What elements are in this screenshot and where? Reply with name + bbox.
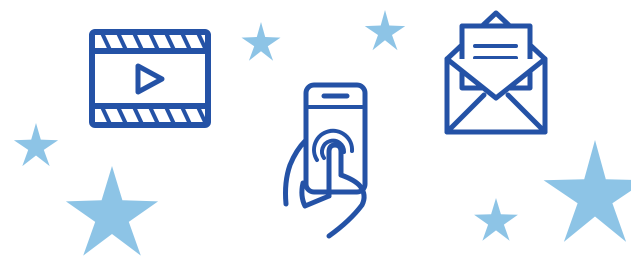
mail-icon [444, 10, 548, 135]
finger [326, 142, 344, 199]
star-icon [13, 123, 59, 167]
film-stripes-bottom [100, 105, 208, 126]
star-icon [364, 10, 406, 51]
illustration-svg [13, 10, 631, 256]
star-icon [241, 22, 281, 61]
star-icon [65, 166, 159, 256]
star-icon [543, 140, 631, 242]
phone-body [303, 82, 368, 195]
video-icon [89, 29, 211, 128]
phone-touch-icon [283, 82, 368, 239]
play-icon [135, 63, 165, 95]
film-stripes-top [100, 31, 208, 52]
envelope-fold-left [444, 92, 487, 135]
hand [283, 137, 367, 239]
envelope-fold-right [505, 92, 548, 135]
illustration [0, 0, 631, 264]
star-icon [474, 198, 518, 241]
